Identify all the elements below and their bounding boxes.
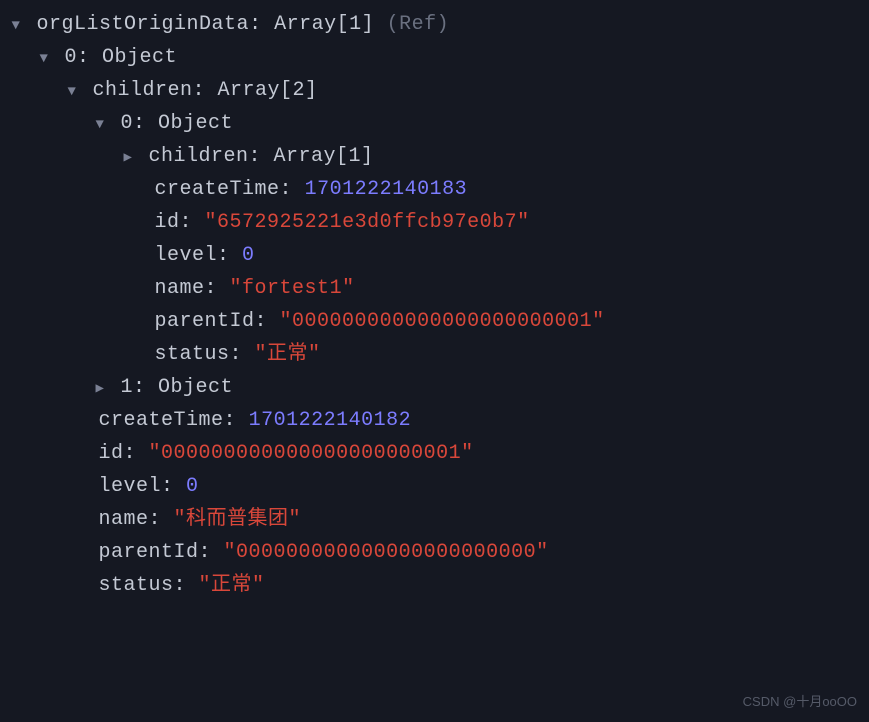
expand-arrow-icon[interactable] xyxy=(92,114,108,137)
property-key: createTime xyxy=(155,178,280,201)
property-type: Array[1] xyxy=(274,13,374,36)
collapse-arrow-icon[interactable] xyxy=(120,147,136,170)
tree-row[interactable]: name: "科而普集团" xyxy=(0,503,869,536)
colon: : xyxy=(205,277,230,300)
property-key: name xyxy=(155,277,205,300)
colon: : xyxy=(193,79,218,102)
colon: : xyxy=(217,244,242,267)
tree-row[interactable]: parentId: "000000000000000000000000" xyxy=(0,536,869,569)
colon: : xyxy=(133,112,158,135)
colon: : xyxy=(224,409,249,432)
property-value-string: "科而普集团" xyxy=(174,508,302,531)
property-key: status xyxy=(99,574,174,597)
property-value-string: "正常" xyxy=(255,343,321,366)
colon: : xyxy=(180,211,205,234)
property-key: level xyxy=(155,244,218,267)
property-key: id xyxy=(99,442,124,465)
property-value-string: "fortest1" xyxy=(230,277,355,300)
colon: : xyxy=(149,508,174,531)
property-key: parentId xyxy=(99,541,199,564)
colon: : xyxy=(280,178,305,201)
property-value-string: "6572925221e3d0ffcb97e0b7" xyxy=(205,211,530,234)
property-value-number: 0 xyxy=(186,475,199,498)
property-key: children xyxy=(93,79,193,102)
property-key: parentId xyxy=(155,310,255,333)
tree-row[interactable]: 0: Object xyxy=(0,107,869,140)
property-key: createTime xyxy=(99,409,224,432)
colon: : xyxy=(230,343,255,366)
tree-row-root[interactable]: orgListOriginData: Array[1] (Ref) xyxy=(0,8,869,41)
expand-arrow-icon[interactable] xyxy=(8,15,24,38)
property-key: orgListOriginData xyxy=(37,13,250,36)
tree-row[interactable]: name: "fortest1" xyxy=(0,272,869,305)
expand-arrow-icon[interactable] xyxy=(64,81,80,104)
watermark-text: CSDN @十月ooOO xyxy=(743,691,857,712)
colon: : xyxy=(174,574,199,597)
tree-row[interactable]: children: Array[1] xyxy=(0,140,869,173)
property-key: name xyxy=(99,508,149,531)
property-key: children xyxy=(149,145,249,168)
tree-row[interactable]: 1: Object xyxy=(0,371,869,404)
colon: : xyxy=(249,145,274,168)
property-key: status xyxy=(155,343,230,366)
colon: : xyxy=(255,310,280,333)
collapse-arrow-icon[interactable] xyxy=(92,378,108,401)
property-value-number: 1701222140182 xyxy=(249,409,412,432)
property-value-string: "正常" xyxy=(199,574,265,597)
property-key: 1 xyxy=(121,376,134,399)
tree-row[interactable]: id: "6572925221e3d0ffcb97e0b7" xyxy=(0,206,869,239)
tree-row[interactable]: 0: Object xyxy=(0,41,869,74)
property-type: Object xyxy=(158,112,233,135)
property-key: id xyxy=(155,211,180,234)
property-type: Object xyxy=(102,46,177,69)
tree-row[interactable]: id: "000000000000000000000001" xyxy=(0,437,869,470)
property-key: 0 xyxy=(65,46,78,69)
tree-row[interactable]: status: "正常" xyxy=(0,569,869,602)
property-type: Object xyxy=(158,376,233,399)
tree-row[interactable]: level: 0 xyxy=(0,470,869,503)
tree-row[interactable]: createTime: 1701222140182 xyxy=(0,404,869,437)
property-value-number: 0 xyxy=(242,244,255,267)
colon: : xyxy=(133,376,158,399)
property-type: Array[1] xyxy=(274,145,374,168)
property-value-string: "000000000000000000000000" xyxy=(224,541,549,564)
property-value-string: "000000000000000000000001" xyxy=(280,310,605,333)
tree-row[interactable]: level: 0 xyxy=(0,239,869,272)
property-type: Array[2] xyxy=(218,79,318,102)
tree-row[interactable]: parentId: "000000000000000000000001" xyxy=(0,305,869,338)
property-value-string: "000000000000000000000001" xyxy=(149,442,474,465)
colon: : xyxy=(249,13,274,36)
tree-row[interactable]: children: Array[2] xyxy=(0,74,869,107)
tree-row[interactable]: status: "正常" xyxy=(0,338,869,371)
colon: : xyxy=(77,46,102,69)
colon: : xyxy=(124,442,149,465)
ref-label: (Ref) xyxy=(387,13,450,36)
property-key: level xyxy=(99,475,162,498)
colon: : xyxy=(199,541,224,564)
expand-arrow-icon[interactable] xyxy=(36,48,52,71)
property-value-number: 1701222140183 xyxy=(305,178,468,201)
colon: : xyxy=(161,475,186,498)
property-key: 0 xyxy=(121,112,134,135)
tree-row[interactable]: createTime: 1701222140183 xyxy=(0,173,869,206)
